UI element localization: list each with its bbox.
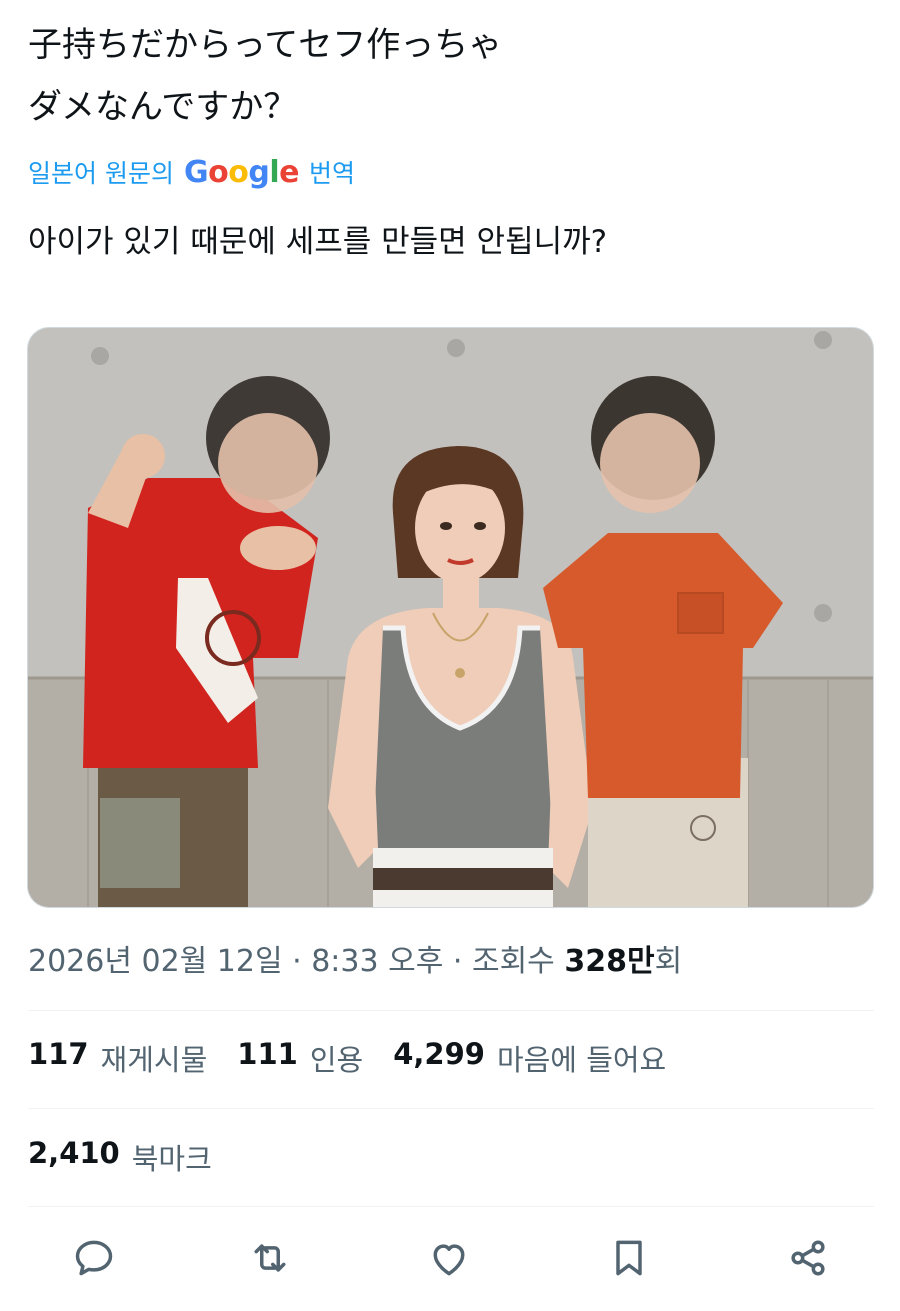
- bookmark-button[interactable]: [605, 1234, 653, 1282]
- retweet-icon: [254, 1244, 286, 1272]
- quotes-count: 111: [237, 1037, 298, 1071]
- engagement-stats: 117 재게시물 111 인용 4,299 마음에 들어요: [28, 1037, 666, 1079]
- reply-icon: [75, 1240, 113, 1276]
- bookmarks-count: 2,410: [28, 1136, 120, 1170]
- likes-stat[interactable]: 4,299 마음에 들어요: [393, 1037, 666, 1079]
- quotes-label: 인용: [309, 1043, 364, 1077]
- translation-attribution[interactable]: 일본어 원문의 Google 번역: [28, 150, 355, 194]
- share-icon: [791, 1240, 825, 1276]
- like-icon: [433, 1244, 465, 1276]
- bookmarks-label: 북마크: [131, 1142, 212, 1176]
- google-logo-letter: G: [183, 154, 209, 190]
- divider: [28, 1108, 874, 1109]
- google-logo-letter: l: [269, 154, 280, 190]
- reply-button[interactable]: [70, 1234, 118, 1282]
- views-label: 조회수: [471, 944, 555, 979]
- tweet-date[interactable]: 2026년 02월 12일: [28, 944, 283, 979]
- bookmark-icon: [616, 1240, 642, 1276]
- translation-prefix: 일본어 원문의: [28, 159, 174, 188]
- tweet-text: 子持ちだからってセフ作っちゃ ダメなんですか？: [28, 25, 503, 127]
- tweet-meta: 2026년 02월 12일 · 8:33 오후 · 조회수 328만회: [28, 936, 682, 980]
- retweets-stat[interactable]: 117 재게시물: [28, 1037, 207, 1079]
- divider: [28, 1206, 874, 1207]
- google-logo: Google: [183, 154, 300, 190]
- retweet-button[interactable]: [246, 1234, 294, 1282]
- quotes-stat[interactable]: 111 인용: [237, 1037, 363, 1079]
- likes-count: 4,299: [393, 1037, 485, 1071]
- google-logo-letter: g: [248, 154, 270, 190]
- tweet-photo[interactable]: [27, 327, 874, 908]
- translation-suffix: 번역: [308, 159, 355, 188]
- views-count: 328만: [564, 944, 655, 979]
- google-logo-letter: o: [208, 154, 229, 190]
- photo-illustration: [28, 328, 873, 907]
- share-button[interactable]: [784, 1234, 832, 1282]
- meta-separator: ·: [452, 944, 463, 979]
- divider: [28, 1010, 874, 1011]
- retweets-label: 재게시물: [100, 1043, 208, 1077]
- like-button[interactable]: [425, 1234, 473, 1282]
- google-logo-letter: o: [228, 154, 249, 190]
- translated-text: 아이가 있기 때문에 세프를 만들면 안됩니까?: [28, 224, 608, 260]
- likes-label: 마음에 들어요: [496, 1043, 667, 1077]
- meta-separator: ·: [292, 944, 302, 979]
- action-bar: [0, 1228, 900, 1288]
- views-suffix: 회: [654, 944, 683, 979]
- google-logo-letter: e: [279, 154, 299, 190]
- tweet-time[interactable]: 8:33 오후: [311, 944, 443, 979]
- retweets-count: 117: [28, 1037, 89, 1071]
- bookmarks-stat[interactable]: 2,410 북마크: [28, 1136, 212, 1178]
